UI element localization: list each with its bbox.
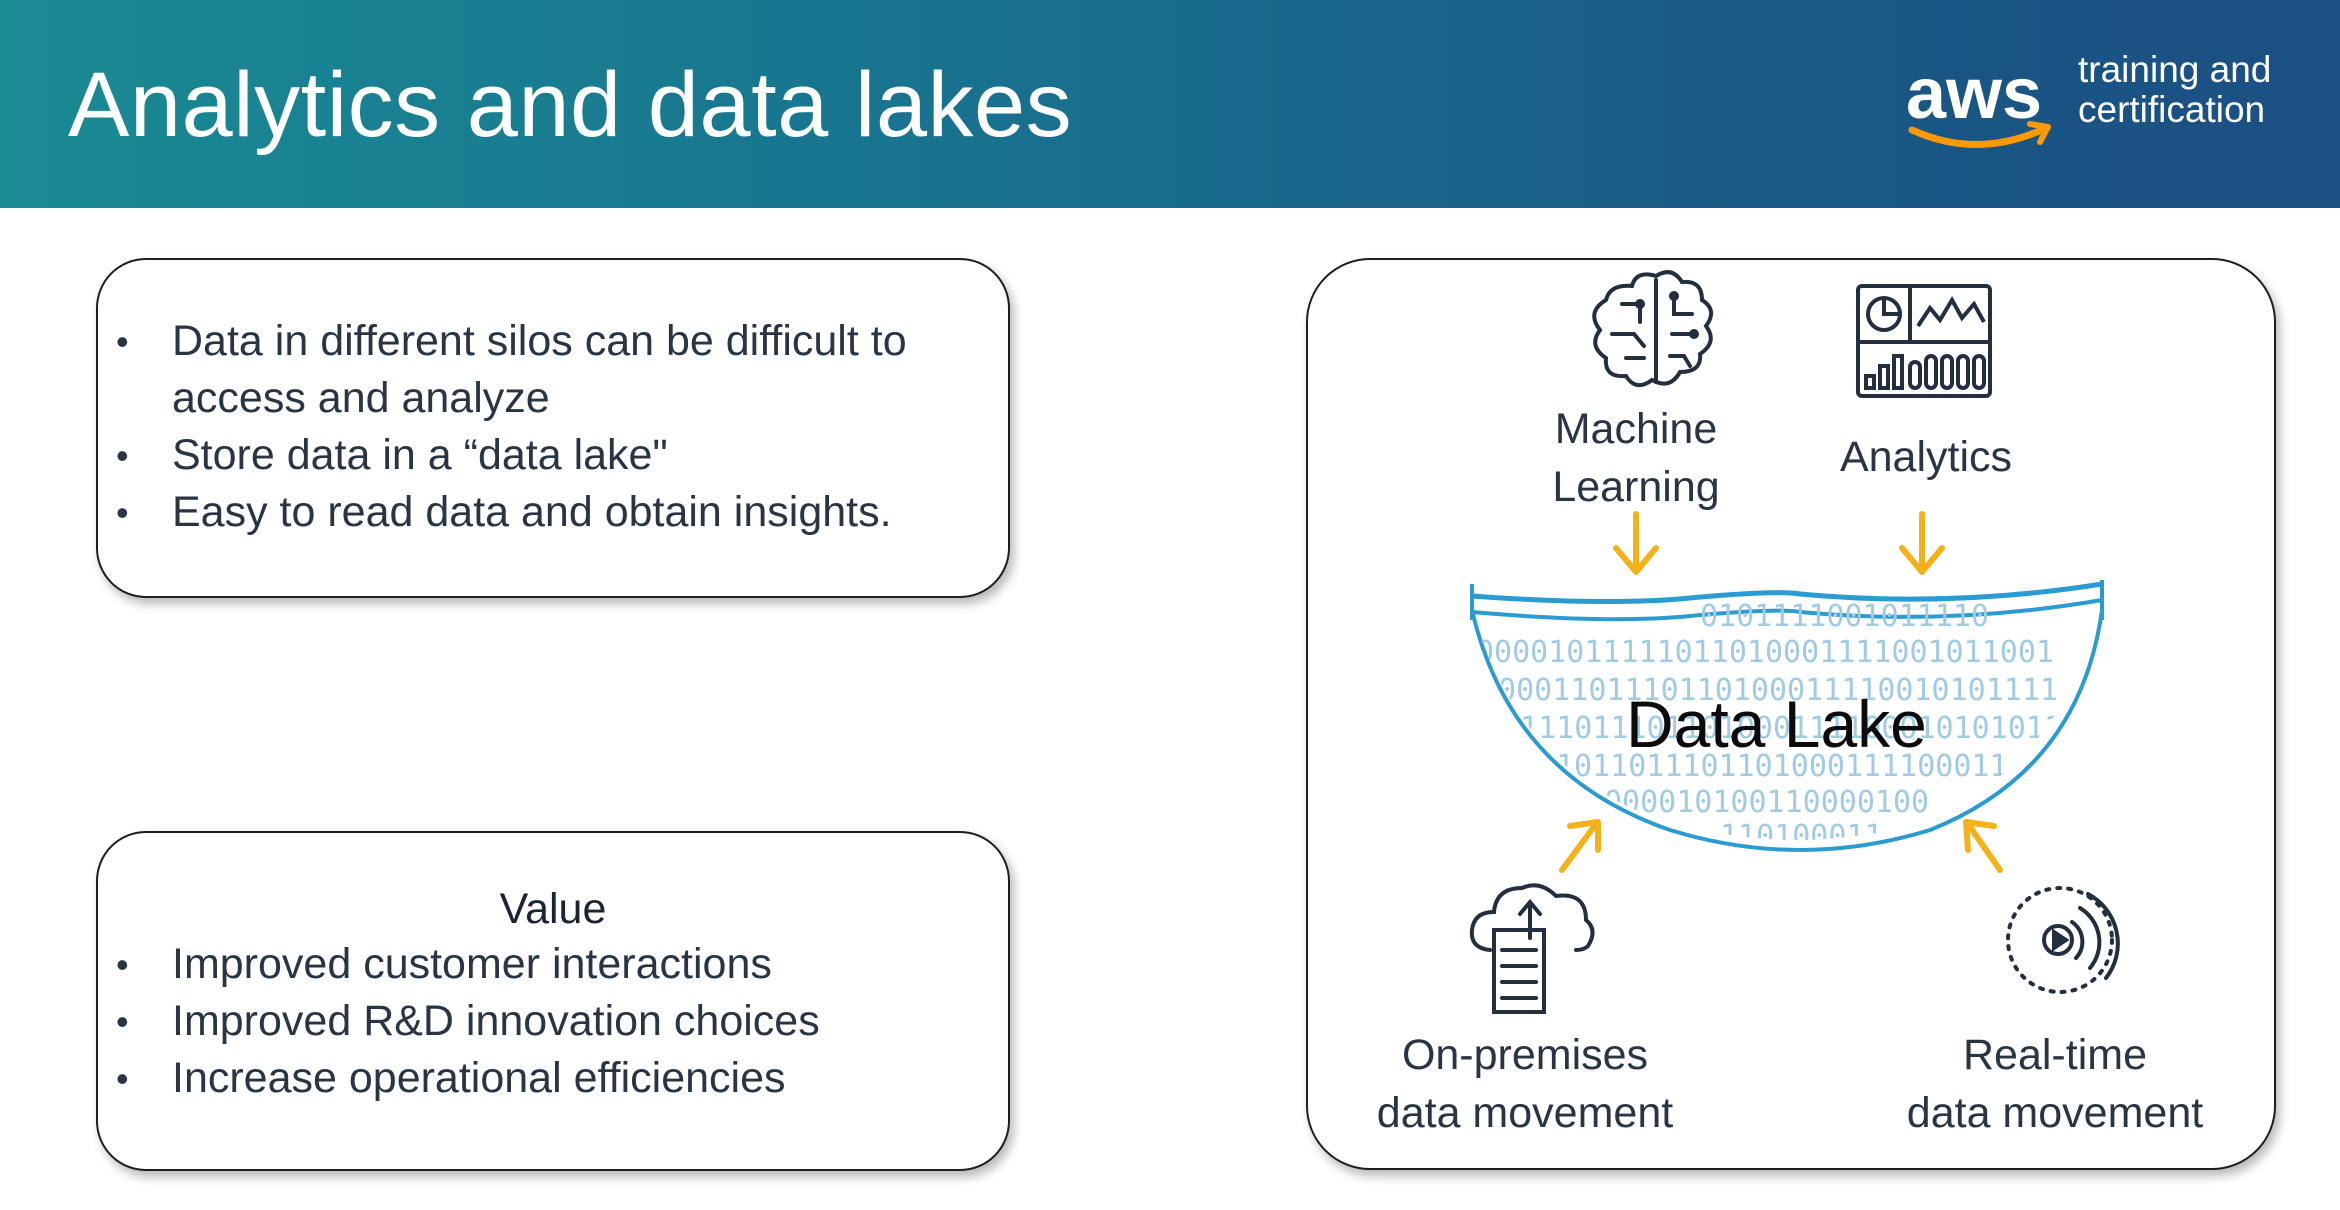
header-banner: Analytics and data lakes aws training an…: [0, 0, 2340, 208]
silos-bullet-list: Data in different silos can be difficult…: [98, 313, 978, 541]
bullet-item: Store data in a “data lake": [98, 427, 978, 484]
svg-text:aws: aws: [1906, 54, 2042, 134]
page-title: Analytics and data lakes: [68, 54, 1073, 156]
ml-label: Machine Learning: [1552, 405, 1720, 511]
logo-line2: certification: [2078, 89, 2266, 130]
bullet-item: Improved customer interactions: [98, 936, 978, 993]
data-lake-label: Data Lake: [1626, 687, 1927, 761]
aws-logo: aws: [1906, 54, 2051, 148]
silos-card: Data in different silos can be difficult…: [96, 258, 1010, 598]
value-bullet-list: Improved customer interactions Improved …: [98, 936, 978, 1107]
logo-caption: training and certification: [2078, 50, 2271, 130]
bullet-item: Easy to read data and obtain insights.: [98, 484, 978, 541]
bullet-item: Improved R&D innovation choices: [98, 993, 978, 1050]
bullet-item: Data in different silos can be difficult…: [98, 313, 978, 427]
onprem-label: On-premises data movement: [1376, 1031, 1674, 1137]
realtime-label: Real-time data movement: [1906, 1031, 2204, 1137]
value-heading: Value: [499, 885, 607, 933]
bullet-item: Increase operational efficiencies: [98, 1050, 978, 1107]
value-card: Value Improved customer interactions Imp…: [96, 831, 1010, 1171]
analytics-label: Analytics: [1839, 433, 2013, 481]
logo-line1: training and: [2078, 49, 2272, 90]
